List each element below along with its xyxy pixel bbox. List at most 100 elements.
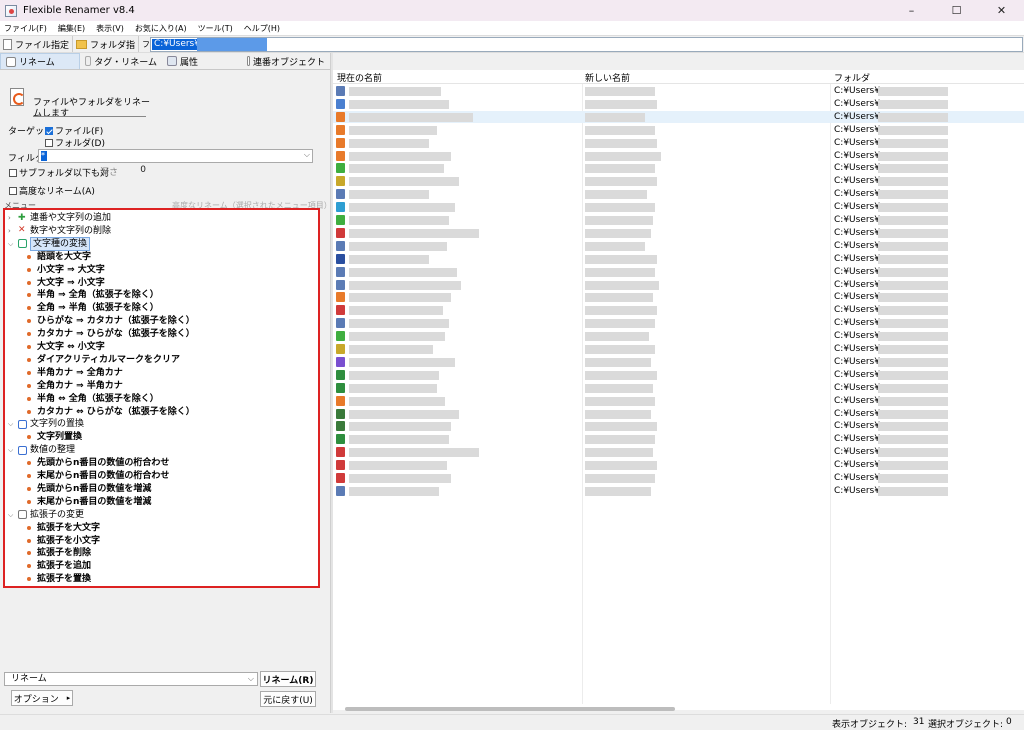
expand-icon[interactable]: › [8,225,16,237]
table-row[interactable]: C:¥Users¥ [333,201,1024,213]
close-button[interactable]: ✕ [979,0,1024,21]
tree-item[interactable]: 文字列置換 [27,431,82,443]
table-row[interactable]: C:¥Users¥ [333,240,1024,252]
tree-item[interactable]: ひらがな ⇒ カタカナ（拡張子を除く） [27,315,195,327]
folder-select-button[interactable]: フォルダ指 [73,36,140,52]
table-row[interactable]: C:¥Users¥ [333,356,1024,368]
table-row[interactable]: C:¥Users¥ [333,420,1024,432]
table-row[interactable]: C:¥Users¥ [333,279,1024,291]
tree-category[interactable]: ⌵ 数値の整理 [8,444,75,456]
tree-item[interactable]: 小文字 ⇒ 大文字 [27,264,105,276]
filter-combobox[interactable]: * ⌵ [38,149,313,163]
menu-help[interactable]: ヘルプ(H) [244,23,280,34]
collapse-icon[interactable]: ⌵ [8,509,16,521]
table-row[interactable]: C:¥Users¥ [333,433,1024,445]
tab-tag-rename[interactable]: タグ・リネーム [80,53,162,69]
menu-view[interactable]: 表示(V) [96,23,124,34]
table-row[interactable]: C:¥Users¥ [333,408,1024,420]
table-row[interactable]: C:¥Users¥ [333,188,1024,200]
target-folder-checkbox[interactable]: フォルダ(D) [45,136,105,149]
tree-category[interactable]: ⌵ 文字列の置換 [8,418,84,430]
minimize-button[interactable]: – [889,0,934,21]
tree-item[interactable]: 拡張子を小文字 [27,535,100,547]
tree-item[interactable]: 末尾からn番目の数値の桁合わせ [27,470,169,482]
table-row[interactable]: C:¥Users¥ [333,85,1024,97]
tree-item[interactable]: 拡張子を削除 [27,547,91,559]
tree-item[interactable]: 半角 ⇔ 全角（拡張子を除く） [27,393,159,405]
file-list[interactable]: 現在の名前 新しい名前 フォルダ C:¥Users¥ C:¥Users¥ C:¥Us… [333,70,1024,710]
tree-item[interactable]: 大文字 ⇔ 小文字 [27,341,105,353]
table-row[interactable]: C:¥Users¥ [333,124,1024,136]
tree-category[interactable]: › ✕ 数字や文字列の削除 [8,225,111,237]
folder-path-input[interactable]: C:¥Users¥ [150,37,1023,52]
table-row[interactable]: C:¥Users¥ [333,98,1024,110]
table-row[interactable]: C:¥Users¥ [333,382,1024,394]
table-row[interactable]: C:¥Users¥ [333,330,1024,342]
table-row[interactable]: C:¥Users¥ [333,459,1024,471]
tree-item[interactable]: 先頭からn番目の数値を増減 [27,483,151,495]
tree-item[interactable]: 語頭を大文字 [27,251,91,263]
menu-favorites[interactable]: お気に入り(A) [135,23,187,34]
tab-rename-label: リネーム [19,58,55,68]
tree-category[interactable]: ⌵ 拡張子の変更 [8,509,84,521]
table-row[interactable]: C:¥Users¥ [333,253,1024,265]
table-row[interactable]: C:¥Users¥ [333,343,1024,355]
tree-item[interactable]: 先頭からn番目の数値の桁合わせ [27,457,169,469]
table-row[interactable]: C:¥Users¥ [333,485,1024,497]
tab-rename[interactable]: リネーム [0,53,80,69]
table-row[interactable]: C:¥Users¥ [333,446,1024,458]
menu-tools[interactable]: ツール(T) [198,23,233,34]
file-select-button[interactable]: ファイル指定 [0,36,74,52]
advanced-rename-checkbox[interactable]: 高度なリネーム(A) [9,184,95,197]
tab-attributes[interactable]: 属性 [162,53,242,69]
options-button[interactable]: オプション ▸ [11,690,73,706]
table-row[interactable]: C:¥Users¥ [333,110,1024,123]
table-row[interactable]: C:¥Users¥ [333,214,1024,226]
tree-item[interactable]: 半角カナ ⇒ 全角カナ [27,367,123,379]
depth-field[interactable]: 深さ 0 [100,165,148,178]
tree-category[interactable]: › ✚ 連番や文字列の追加 [8,212,111,224]
table-row[interactable]: C:¥Users¥ [333,291,1024,303]
tree-item[interactable]: カタカナ ⇒ ひらがな（拡張子を除く） [27,328,195,340]
tree-item[interactable]: 拡張子を大文字 [27,522,100,534]
menu-file[interactable]: ファイル(F) [4,23,47,34]
tree-item[interactable]: 全角 ⇒ 半角（拡張子を除く） [27,302,159,314]
folder-path: C:¥Users¥ [834,460,880,471]
tree-item[interactable]: 大文字 ⇒ 小文字 [27,277,105,289]
table-row[interactable]: C:¥Users¥ [333,317,1024,329]
rename-menu-tree[interactable]: › ✚ 連番や文字列の追加 › ✕ 数字や文字列の削除 ⌵ 文字種の変換 語頭を大文字 小文字 ⇒… [3,208,320,588]
table-row[interactable]: C:¥Users¥ [333,304,1024,316]
table-row[interactable]: C:¥Users¥ [333,175,1024,187]
tree-item[interactable]: ダイアクリティカルマークをクリア [27,354,180,366]
table-row[interactable]: C:¥Users¥ [333,369,1024,381]
undo-button[interactable]: 元に戻す(U) [260,691,316,707]
horizontal-scrollbar[interactable] [345,707,675,711]
tree-item[interactable]: 半角 ⇒ 全角（拡張子を除く） [27,289,159,301]
column-folder[interactable]: フォルダ [834,71,870,84]
menu-edit[interactable]: 編集(E) [58,23,85,34]
table-row[interactable]: C:¥Users¥ [333,137,1024,149]
tree-category[interactable]: ⌵ 文字種の変換 [8,236,91,251]
collapse-icon[interactable]: ⌵ [8,238,16,250]
tree-item[interactable]: 拡張子を追加 [27,560,91,572]
maximize-button[interactable]: ☐ [934,0,979,21]
column-current-name[interactable]: 現在の名前 [337,71,382,84]
table-row[interactable]: C:¥Users¥ [333,227,1024,239]
table-row[interactable]: C:¥Users¥ [333,162,1024,174]
tree-item[interactable]: 末尾からn番目の数値を増減 [27,496,151,508]
tab-sequence-object[interactable]: 連番オブジェクト [242,53,330,69]
rename-mode-combobox[interactable]: リネーム ⌵ [4,672,258,686]
rename-button[interactable]: リネーム(R) [260,671,316,687]
tree-item[interactable]: 拡張子を置換 [27,573,91,585]
subfolder-checkbox[interactable]: サブフォルダ以下も対 [9,166,109,179]
table-row[interactable]: C:¥Users¥ [333,395,1024,407]
table-row[interactable]: C:¥Users¥ [333,150,1024,162]
tree-item[interactable]: 全角カナ ⇒ 半角カナ [27,380,123,392]
tree-item[interactable]: カタカナ ⇔ ひらがな（拡張子を除く） [27,406,195,418]
collapse-icon[interactable]: ⌵ [8,418,16,430]
expand-icon[interactable]: › [8,212,16,224]
table-row[interactable]: C:¥Users¥ [333,472,1024,484]
column-new-name[interactable]: 新しい名前 [585,71,630,84]
collapse-icon[interactable]: ⌵ [8,444,16,456]
table-row[interactable]: C:¥Users¥ [333,266,1024,278]
